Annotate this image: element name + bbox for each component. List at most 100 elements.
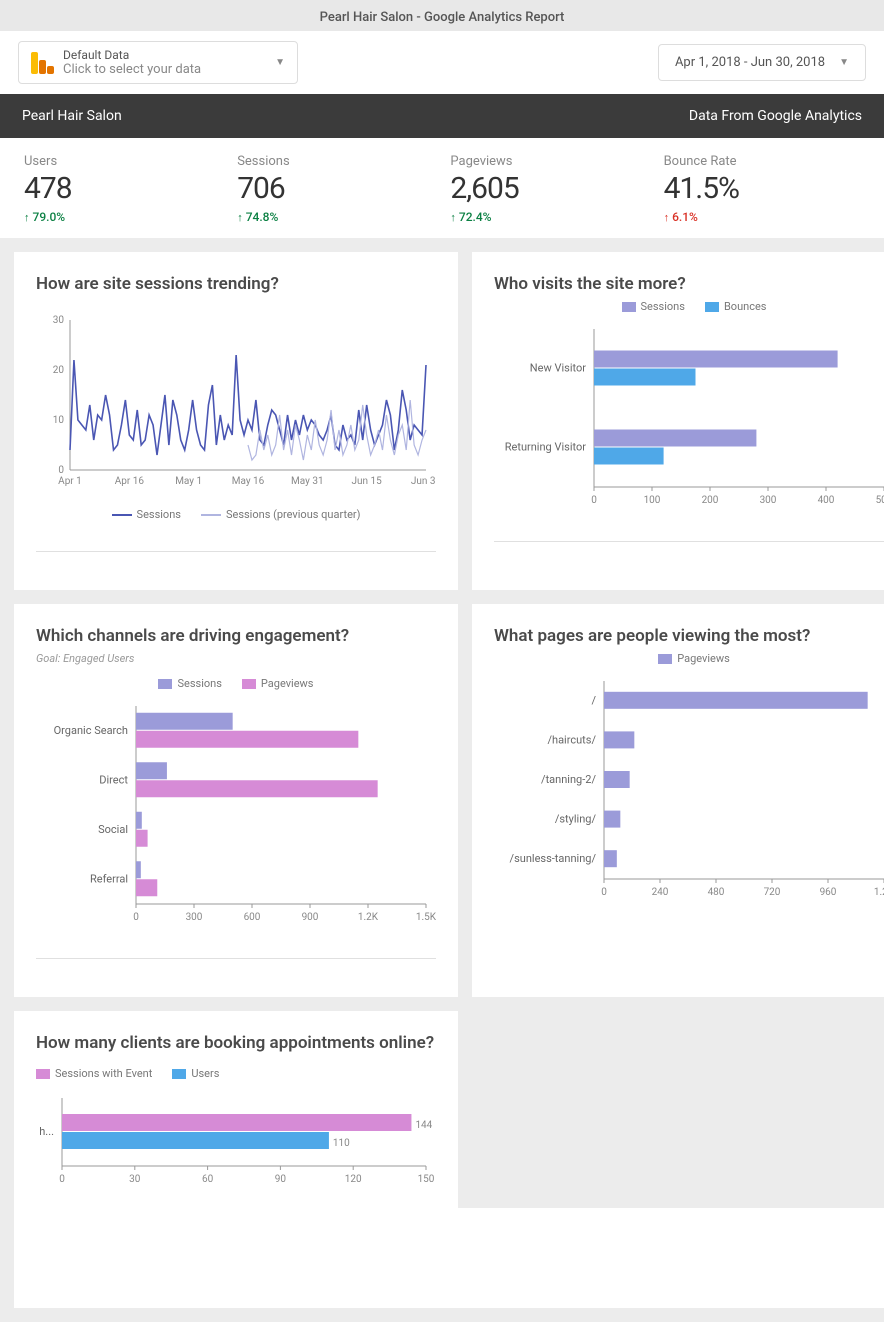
legend-swatch xyxy=(658,654,672,664)
spacer xyxy=(14,1208,884,1308)
metric-card: Bounce Rate41.5%↑6.1% xyxy=(664,154,860,224)
legend: Pageviews xyxy=(494,652,884,665)
legend-swatch xyxy=(622,302,636,312)
legend-label: Pageviews xyxy=(677,652,730,665)
legend-label: Sessions (previous quarter) xyxy=(226,508,361,521)
data-source-tag: Data From Google Analytics xyxy=(689,108,862,124)
sessions-trend-chart: 0102030Apr 1Apr 16May 1May 16May 31Jun 1… xyxy=(36,300,436,500)
channels-chart: 03006009001.2K1.5KOrganic SearchDirectSo… xyxy=(36,698,436,928)
metric-card: Sessions 706 ↑74.8% xyxy=(237,154,433,224)
card-title: Who visits the site more? xyxy=(494,274,884,294)
header-bar: Pearl Hair Salon Data From Google Analyt… xyxy=(0,94,884,138)
arrow-up-icon: ↑ xyxy=(664,211,670,224)
data-source-selector[interactable]: Default Data Click to select your data ▼ xyxy=(18,41,298,84)
svg-text:May 1: May 1 xyxy=(175,476,202,487)
metrics-row: Users478↑79.0%Sessions706↑74.8%Pageviews… xyxy=(0,138,884,238)
svg-text:Returning Visitor: Returning Visitor xyxy=(505,441,587,454)
svg-text:May 31: May 31 xyxy=(291,476,324,487)
svg-text:100: 100 xyxy=(644,495,661,506)
arrow-up-icon: ↑ xyxy=(237,211,243,224)
svg-text:0: 0 xyxy=(601,887,607,898)
svg-text:960: 960 xyxy=(820,887,837,898)
svg-text:Jun 30: Jun 30 xyxy=(411,476,436,487)
legend-swatch xyxy=(242,679,256,689)
divider xyxy=(36,958,436,959)
sessions-trend-card: How are site sessions trending? 0102030A… xyxy=(14,252,458,590)
svg-text:200: 200 xyxy=(702,495,719,506)
metric-change: ↑74.8% xyxy=(237,210,433,224)
svg-text:110: 110 xyxy=(333,1138,350,1149)
analytics-icon xyxy=(31,52,53,74)
divider xyxy=(36,551,436,552)
svg-text:900: 900 xyxy=(302,912,319,923)
legend: Sessions Sessions (previous quarter) xyxy=(36,508,436,521)
bookings-chart: 0306090120150h...144110 xyxy=(36,1090,436,1190)
metric-label: Bounce Rate xyxy=(664,154,860,169)
card-title: How many clients are booking appointment… xyxy=(36,1033,436,1053)
svg-text:1.2K: 1.2K xyxy=(874,887,884,898)
dashboard-grid: How are site sessions trending? 0102030A… xyxy=(0,238,884,1322)
arrow-up-icon: ↑ xyxy=(24,211,30,224)
toolbar: Default Data Click to select your data ▼… xyxy=(0,31,884,94)
svg-text:300: 300 xyxy=(186,912,203,923)
svg-text:144: 144 xyxy=(415,1120,432,1131)
svg-text:/haircuts/: /haircuts/ xyxy=(547,733,596,746)
svg-text:20: 20 xyxy=(53,365,65,376)
metric-value: 706 xyxy=(237,171,433,206)
metric-label: Sessions xyxy=(237,154,433,169)
svg-text:0: 0 xyxy=(133,912,139,923)
svg-text:720: 720 xyxy=(764,887,781,898)
card-subtitle: Goal: Engaged Users xyxy=(36,652,436,665)
legend-swatch xyxy=(705,302,719,312)
legend: Sessions Bounces xyxy=(494,300,884,313)
legend-swatch xyxy=(172,1069,186,1079)
metric-change: ↑79.0% xyxy=(24,210,220,224)
metric-card: Users478↑79.0% xyxy=(24,154,220,224)
svg-text:1.5K: 1.5K xyxy=(416,912,436,923)
metric-label: Pageviews xyxy=(450,154,646,169)
svg-text:Jun 15: Jun 15 xyxy=(352,476,383,487)
channels-card: Which channels are driving engagement? G… xyxy=(14,604,458,997)
date-range-value: Apr 1, 2018 - Jun 30, 2018 xyxy=(675,55,825,70)
card-title: How are site sessions trending? xyxy=(36,274,436,294)
svg-text:Apr 16: Apr 16 xyxy=(115,476,145,487)
caret-down-icon: ▼ xyxy=(839,57,849,68)
date-range-selector[interactable]: Apr 1, 2018 - Jun 30, 2018 ▼ xyxy=(658,44,866,81)
legend-label: Sessions with Event xyxy=(55,1067,152,1080)
svg-text:Referral: Referral xyxy=(90,872,128,885)
legend-label: Sessions xyxy=(177,677,221,690)
svg-text:/tanning-2/: /tanning-2/ xyxy=(541,773,596,786)
metric-value: 478 xyxy=(24,171,220,206)
legend-swatch xyxy=(36,1069,50,1079)
legend-label: Sessions xyxy=(641,300,685,313)
legend-swatch xyxy=(158,679,172,689)
svg-text:May 16: May 16 xyxy=(232,476,265,487)
legend-label: Sessions xyxy=(137,508,181,521)
svg-text:Direct: Direct xyxy=(99,773,128,786)
svg-text:Organic Search: Organic Search xyxy=(54,724,128,737)
svg-text:480: 480 xyxy=(708,887,725,898)
svg-text:500: 500 xyxy=(876,495,884,506)
visitors-chart: 0100200300400500New VisitorReturning Vis… xyxy=(494,321,884,511)
svg-text:/sunless-tanning/: /sunless-tanning/ xyxy=(510,852,597,865)
data-source-sublabel: Click to select your data xyxy=(63,62,201,77)
legend: Sessions with Event Users xyxy=(36,1067,436,1080)
svg-text:/: / xyxy=(591,694,596,707)
card-title: Which channels are driving engagement? xyxy=(36,626,436,646)
legend-label: Bounces xyxy=(724,300,767,313)
metric-change: ↑6.1% xyxy=(664,210,860,224)
legend-label: Users xyxy=(191,1067,219,1080)
svg-text:240: 240 xyxy=(652,887,669,898)
data-source-label: Default Data xyxy=(63,48,201,62)
site-name: Pearl Hair Salon xyxy=(22,108,122,124)
legend-swatch xyxy=(201,514,221,516)
legend-label: Pageviews xyxy=(261,677,314,690)
svg-text:600: 600 xyxy=(244,912,261,923)
svg-text:400: 400 xyxy=(818,495,835,506)
page-title: Pearl Hair Salon - Google Analytics Repo… xyxy=(320,10,565,25)
legend-swatch xyxy=(112,514,132,516)
top-bar: Pearl Hair Salon - Google Analytics Repo… xyxy=(0,0,884,31)
legend: Sessions Pageviews xyxy=(36,677,436,690)
svg-text:1.2K: 1.2K xyxy=(358,912,379,923)
svg-text:Apr 1: Apr 1 xyxy=(58,476,82,487)
